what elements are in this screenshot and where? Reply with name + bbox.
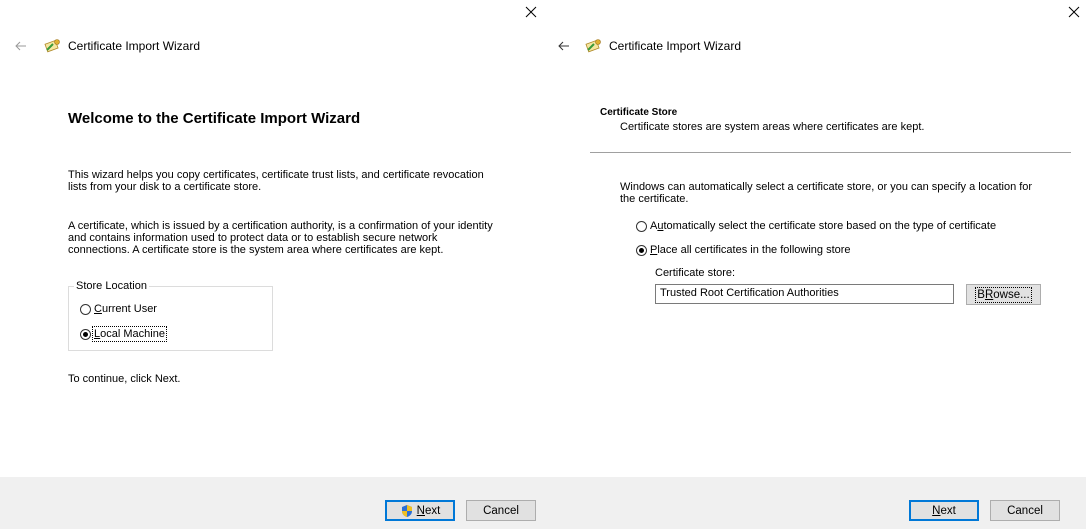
certificate-store-label: Certificate store: — [655, 267, 736, 279]
info-text: A certificate, which is issued by a cert… — [68, 220, 518, 256]
certificate-store-page: Certificate Import Wizard Certificate St… — [543, 0, 1086, 529]
certificate-icon — [585, 37, 603, 55]
close-icon[interactable] — [1066, 4, 1082, 20]
next-button[interactable]: Next — [909, 500, 979, 521]
wizard-header: Certificate Import Wizard — [557, 37, 741, 55]
intro-line-1: This wizard helps you copy certificates,… — [68, 169, 484, 181]
radio-button-place-all[interactable] — [636, 244, 647, 256]
intro-text: This wizard helps you copy certificates,… — [68, 169, 518, 193]
radio-auto-select[interactable]: Automatically select the certificate sto… — [636, 220, 996, 232]
radio-local-machine[interactable]: Local Machine — [80, 326, 167, 342]
page-heading: Welcome to the Certificate Import Wizard — [68, 110, 361, 127]
welcome-page: Certificate Import Wizard Welcome to the… — [0, 0, 543, 529]
footer-bar: Next Cancel — [543, 477, 1086, 529]
radio-label-auto-select: Automatically select the certificate sto… — [650, 220, 997, 232]
header-divider — [590, 152, 1071, 153]
radio-label-current-user: Current User — [94, 303, 157, 315]
certificate-store-field[interactable]: Trusted Root Certification Authorities — [655, 284, 954, 304]
back-arrow-icon[interactable] — [14, 40, 28, 52]
radio-label-local-machine: Local Machine — [92, 326, 167, 342]
radio-button-auto-select[interactable] — [636, 220, 647, 232]
info-line-2: and contains information used to protect… — [68, 232, 438, 244]
section-subtitle: Certificate stores are system areas wher… — [620, 121, 925, 133]
radio-label-place-all: Place all certificates in the following … — [650, 244, 851, 256]
description-text: Windows can automatically select a certi… — [620, 181, 1060, 205]
back-arrow-icon[interactable] — [557, 40, 571, 52]
screen: Certificate Import Wizard Welcome to the… — [0, 0, 1086, 529]
cancel-button[interactable]: Cancel — [990, 500, 1060, 521]
radio-button-current-user[interactable] — [80, 303, 91, 315]
uac-shield-icon — [400, 504, 414, 518]
continue-text: To continue, click Next. — [68, 373, 181, 385]
intro-line-2: lists from your disk to a certificate st… — [68, 181, 262, 193]
next-button[interactable]: Next — [385, 500, 455, 521]
section-title: Certificate Store — [600, 107, 678, 118]
certificate-icon — [44, 37, 62, 55]
window-title: Certificate Import Wizard — [68, 39, 201, 53]
radio-place-all[interactable]: Place all certificates in the following … — [636, 244, 851, 256]
store-location-legend: Store Location — [76, 280, 147, 292]
window-title: Certificate Import Wizard — [609, 39, 742, 53]
desc-line-1: Windows can automatically select a certi… — [620, 181, 1033, 193]
close-icon[interactable] — [523, 4, 539, 20]
browse-button-label: BRowse... — [975, 286, 1032, 303]
wizard-header: Certificate Import Wizard — [14, 37, 200, 55]
store-location-group: Store Location — [68, 280, 273, 351]
browse-button[interactable]: BRowse... — [966, 284, 1041, 305]
footer-bar: Next Cancel — [0, 477, 543, 529]
radio-current-user[interactable]: Current User — [80, 303, 157, 315]
radio-button-local-machine[interactable] — [80, 328, 91, 340]
info-line-3: connections. A certificate store is the … — [68, 244, 444, 256]
desc-line-2: the certificate. — [620, 193, 689, 205]
info-line-1: A certificate, which is issued by a cert… — [68, 220, 493, 232]
cancel-button[interactable]: Cancel — [466, 500, 536, 521]
